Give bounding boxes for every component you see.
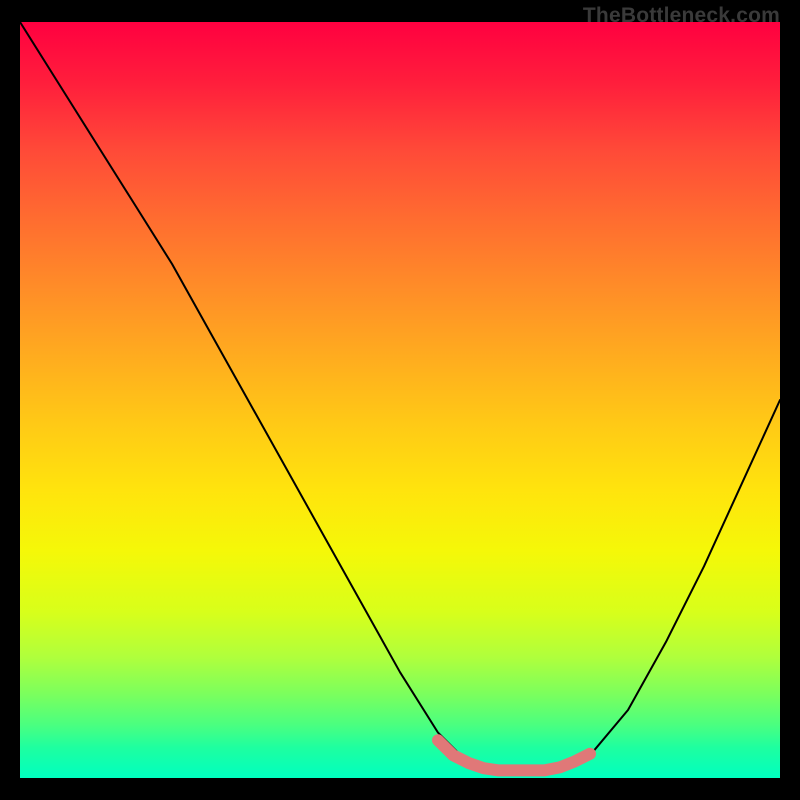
plot-area xyxy=(20,22,780,778)
bottleneck-curve-path xyxy=(20,22,780,770)
highlight-segment-path xyxy=(438,740,590,770)
curve-svg xyxy=(20,22,780,778)
bottleneck-chart: TheBottleneck.com xyxy=(0,0,800,800)
